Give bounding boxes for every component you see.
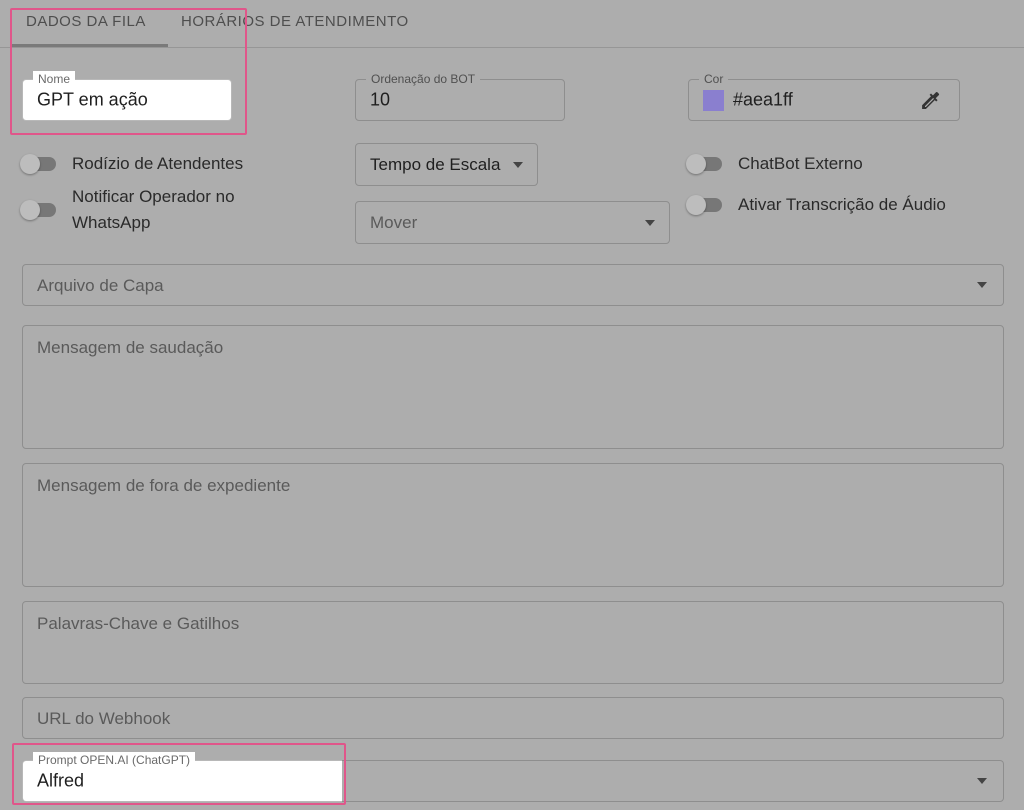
mensagem-fora-textarea[interactable]: Mensagem de fora de expediente <box>22 463 1004 587</box>
caret-down-icon <box>977 778 987 784</box>
prompt-label: Prompt OPEN.AI (ChatGPT) <box>33 752 196 768</box>
cor-field[interactable]: Cor #aea1ff <box>688 71 960 121</box>
color-swatch[interactable] <box>703 90 724 111</box>
mensagem-fora-placeholder: Mensagem de fora de expediente <box>37 476 291 495</box>
rodizio-switch[interactable] <box>20 152 60 176</box>
tab-dados-da-fila[interactable]: Dados da Fila <box>26 0 146 48</box>
transcricao-label: Ativar Transcrição de Áudio <box>738 195 946 214</box>
transcricao-switch[interactable] <box>686 193 726 217</box>
caret-down-icon <box>513 161 523 168</box>
queue-form-page: Dados da Fila Horários de Atendimento No… <box>0 0 1024 810</box>
arquivo-capa-placeholder: Arquivo de Capa <box>37 276 164 295</box>
switch-thumb <box>20 200 40 220</box>
caret-down-icon <box>977 282 987 288</box>
mover-placeholder: Mover <box>370 213 418 232</box>
mensagem-saudacao-textarea[interactable]: Mensagem de saudação <box>22 325 1004 449</box>
caret-down-icon <box>645 219 655 226</box>
tab-horarios-de-atendimento[interactable]: Horários de Atendimento <box>181 0 409 48</box>
palavras-chave-textarea[interactable]: Palavras-Chave e Gatilhos <box>22 601 1004 684</box>
mover-select[interactable]: Mover <box>355 201 670 244</box>
switch-thumb <box>686 195 706 215</box>
palavras-chave-placeholder: Palavras-Chave e Gatilhos <box>37 614 240 633</box>
notificar-switch[interactable] <box>20 198 60 222</box>
nome-field[interactable]: Nome GPT em ação <box>22 71 232 121</box>
tempo-escala-select[interactable]: Tempo de Escala <box>355 143 538 186</box>
active-tab-indicator <box>10 44 168 47</box>
ordenacao-bot-value: 10 <box>370 89 391 110</box>
cor-label: Cor <box>699 71 729 87</box>
tempo-escala-value: Tempo de Escala <box>370 154 501 174</box>
notificar-label-line1: Notificar Operador no <box>72 187 235 206</box>
rodizio-label: Rodízio de Atendentes <box>72 154 244 173</box>
arquivo-capa-select[interactable]: Arquivo de Capa <box>22 264 1004 306</box>
notificar-label-line2: WhatsApp <box>72 213 151 232</box>
switch-thumb <box>20 154 40 174</box>
tab-bar: Dados da Fila Horários de Atendimento <box>0 0 1024 48</box>
nome-value: GPT em ação <box>37 89 148 110</box>
cor-value: #aea1ff <box>733 89 793 110</box>
prompt-value: Alfred <box>37 770 85 791</box>
url-webhook-placeholder: URL do Webhook <box>37 709 171 728</box>
chatbot-externo-label: ChatBot Externo <box>738 154 863 173</box>
ordenacao-bot-field[interactable]: Ordenação do BOT 10 <box>355 71 565 121</box>
chatbot-externo-switch[interactable] <box>686 152 726 176</box>
nome-label: Nome <box>33 71 76 87</box>
prompt-select[interactable]: Prompt OPEN.AI (ChatGPT) Alfred <box>22 752 342 802</box>
ordenacao-bot-label: Ordenação do BOT <box>366 71 481 87</box>
eyedropper-icon[interactable] <box>919 89 943 113</box>
url-webhook-field[interactable]: URL do Webhook <box>22 697 1004 739</box>
mensagem-saudacao-placeholder: Mensagem de saudação <box>37 338 224 357</box>
switch-thumb <box>686 154 706 174</box>
